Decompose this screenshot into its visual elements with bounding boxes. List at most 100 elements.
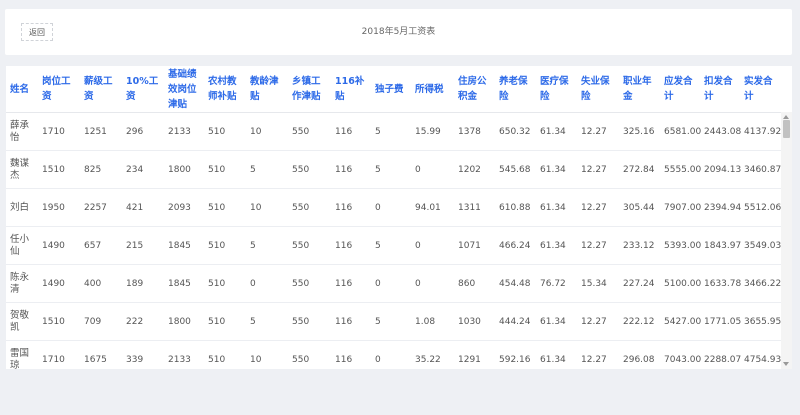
table-cell: 545.68 — [495, 150, 536, 189]
table-cell: 1845 — [164, 264, 204, 303]
table-cell: 466.24 — [495, 226, 536, 265]
table-cell: 454.48 — [495, 264, 536, 303]
table-cell: 1251 — [80, 112, 122, 151]
table-cell: 2257 — [80, 188, 122, 227]
table-cell: 4754.93 — [740, 340, 781, 369]
column-header: 10%工资 — [122, 66, 164, 113]
table-cell: 550 — [288, 150, 331, 189]
table-cell: 550 — [288, 112, 331, 151]
table-cell: 12.27 — [577, 188, 619, 227]
scrollbar-thumb[interactable] — [783, 120, 790, 138]
table-cell: 1843.97 — [700, 226, 741, 265]
table-cell: 116 — [331, 264, 371, 303]
scroll-up-arrow-icon[interactable] — [783, 115, 789, 119]
table-cell: 116 — [331, 226, 371, 265]
page-title: 2018年5月工资表 — [361, 27, 436, 37]
table-cell: 189 — [122, 264, 164, 303]
table-cell: 1710 — [38, 112, 80, 151]
column-header: 薪级工资 — [80, 66, 122, 113]
table-cell: 1845 — [164, 226, 204, 265]
column-header: 职业年金 — [619, 66, 660, 113]
column-header: 应发合计 — [660, 66, 700, 113]
header-bar: 返回 2018年5月工资表 — [5, 9, 792, 55]
table-cell: 550 — [288, 302, 331, 341]
table-row: 贺敬凯 1510 709 222 1800 510 5 550 116 5 1.08 1030 444.… — [6, 302, 781, 341]
employee-name-cell: 刘白 — [6, 188, 38, 227]
table-cell: 61.34 — [536, 150, 577, 189]
table-cell: 5 — [371, 150, 411, 189]
table-cell: 0 — [411, 150, 454, 189]
table-cell: 1950 — [38, 188, 80, 227]
column-header: 教龄津贴 — [246, 66, 288, 113]
table-cell: 421 — [122, 188, 164, 227]
scroll-down-arrow-icon[interactable] — [783, 362, 789, 366]
table-cell: 61.34 — [536, 340, 577, 369]
table-cell: 0 — [411, 264, 454, 303]
vertical-scrollbar[interactable] — [781, 112, 792, 369]
table-cell: 10 — [246, 340, 288, 369]
table-cell: 12.27 — [577, 150, 619, 189]
employee-name-cell: 魏谋杰 — [6, 150, 38, 189]
table-row: 任小仙 1490 657 215 1845 510 5 550 116 5 0 1071 466.24 6… — [6, 226, 781, 265]
table-cell: 15.99 — [411, 112, 454, 151]
table-cell: 227.24 — [619, 264, 660, 303]
table-cell: 15.34 — [577, 264, 619, 303]
table-cell: 610.88 — [495, 188, 536, 227]
column-header: 基础绩效岗位津贴 — [164, 66, 204, 113]
table-cell: 94.01 — [411, 188, 454, 227]
table-cell: 3549.03 — [740, 226, 781, 265]
table-cell: 296.08 — [619, 340, 660, 369]
table-cell: 510 — [204, 264, 246, 303]
table-row: 雷国琼 1710 1675 339 2133 510 10 550 116 0 35.22 1291 5… — [6, 340, 781, 369]
table-cell: 5 — [246, 226, 288, 265]
column-header: 实发合计 — [740, 66, 781, 113]
table-cell: 0 — [371, 264, 411, 303]
table-cell: 35.22 — [411, 340, 454, 369]
employee-name-cell: 任小仙 — [6, 226, 38, 265]
table-cell: 825 — [80, 150, 122, 189]
table-cell: 10 — [246, 112, 288, 151]
table-cell: 2094.13 — [700, 150, 741, 189]
column-header: 扣发合计 — [700, 66, 740, 113]
table-cell: 5512.06 — [740, 188, 781, 227]
table-cell: 272.84 — [619, 150, 660, 189]
table-row: 魏谋杰 1510 825 234 1800 510 5 550 116 5 0 1202 545.68 6… — [6, 150, 781, 189]
table-cell: 1291 — [454, 340, 495, 369]
table-cell: 325.16 — [619, 112, 660, 151]
table-cell: 1510 — [38, 302, 80, 341]
table-cell: 2394.94 — [700, 188, 741, 227]
table-cell: 3655.95 — [740, 302, 781, 341]
table-cell: 116 — [331, 150, 371, 189]
table-cell: 1800 — [164, 302, 204, 341]
table-cell: 3466.22 — [740, 264, 781, 303]
table-cell: 116 — [331, 188, 371, 227]
table-row: 薛承怡 1710 1251 296 2133 510 10 550 116 5 15.99 1378 6… — [6, 112, 781, 151]
employee-name-cell: 陈永清 — [6, 264, 38, 303]
table-cell: 61.34 — [536, 226, 577, 265]
table-cell: 650.32 — [495, 112, 536, 151]
table-cell: 233.12 — [619, 226, 660, 265]
column-header: 失业保险 — [577, 66, 619, 113]
table-header-row: 姓名 岗位工资 薪级工资 10%工资 基础绩效岗位津贴 农村教师补贴 教龄津贴 乡镇工作津贴 1… — [6, 66, 781, 113]
column-header: 乡镇工作津贴 — [288, 66, 331, 113]
table-cell: 5100.00 — [660, 264, 701, 303]
table-cell: 61.34 — [536, 188, 577, 227]
table-cell: 0 — [371, 340, 411, 369]
table-cell: 222 — [122, 302, 164, 341]
table-cell: 1771.05 — [700, 302, 741, 341]
table-cell: 657 — [80, 226, 122, 265]
table-cell: 61.34 — [536, 302, 577, 341]
table-cell: 2288.07 — [700, 340, 741, 369]
table-cell: 510 — [204, 112, 246, 151]
table-body: 薛承怡 1710 1251 296 2133 510 10 550 116 5 15.99 1378 6… — [6, 112, 781, 369]
table-cell: 1510 — [38, 150, 80, 189]
table-cell: 10 — [246, 188, 288, 227]
table-cell: 510 — [204, 188, 246, 227]
table-cell: 5 — [371, 302, 411, 341]
employee-name-cell: 雷国琼 — [6, 340, 38, 369]
table-cell: 4137.92 — [740, 112, 781, 151]
table-cell: 12.27 — [577, 226, 619, 265]
table-cell: 2133 — [164, 112, 204, 151]
table-row: 陈永清 1490 400 189 1845 510 0 550 116 0 0 860 454.48 76… — [6, 264, 781, 303]
table-cell: 1710 — [38, 340, 80, 369]
